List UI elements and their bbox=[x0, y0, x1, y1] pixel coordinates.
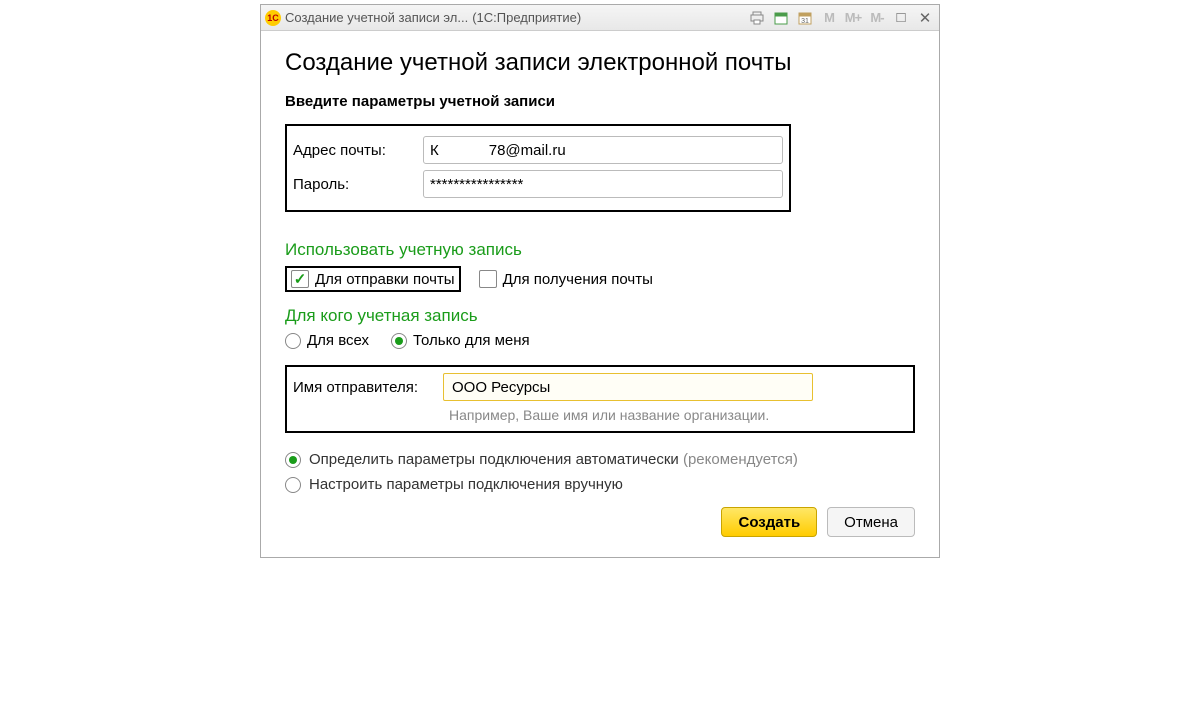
cancel-button[interactable]: Отмена bbox=[827, 507, 915, 537]
email-label: Адрес почты: bbox=[293, 142, 423, 159]
manual-connection-radio[interactable] bbox=[285, 477, 301, 493]
auto-connection-suffix: (рекомендуется) bbox=[683, 451, 798, 468]
auto-connection-label: Определить параметры подключения автомат… bbox=[309, 451, 679, 468]
email-part1: К bbox=[430, 142, 439, 159]
page-subtitle: Введите параметры учетной записи bbox=[285, 93, 915, 110]
dialog-content: Создание учетной записи электронной почт… bbox=[261, 31, 939, 557]
sender-input[interactable]: ООО Ресурсы bbox=[443, 373, 813, 401]
credentials-highlight: Адрес почты: К 78@mail.ru Пароль: ******… bbox=[285, 124, 791, 212]
create-button[interactable]: Создать bbox=[721, 507, 817, 537]
for-all-label: Для всех bbox=[307, 332, 369, 349]
close-icon[interactable]: ✕ bbox=[915, 9, 935, 27]
send-checkbox-highlight: Для отправки почты bbox=[285, 266, 461, 292]
calendar-31-icon[interactable]: 31 bbox=[795, 9, 815, 27]
print-icon[interactable] bbox=[747, 9, 767, 27]
email-part2: 78@mail.ru bbox=[489, 142, 566, 159]
m-button[interactable]: M bbox=[819, 9, 839, 27]
password-mask: **************** bbox=[430, 176, 523, 193]
send-checkbox[interactable] bbox=[291, 270, 309, 288]
dialog-window: 1С Создание учетной записи эл... (1С:Пре… bbox=[260, 4, 940, 558]
for-me-label: Только для меня bbox=[413, 332, 530, 349]
for-whom-heading: Для кого учетная запись bbox=[285, 306, 915, 326]
svg-text:31: 31 bbox=[801, 18, 809, 25]
manual-connection-label: Настроить параметры подключения вручную bbox=[309, 476, 623, 493]
m-minus-button[interactable]: M- bbox=[867, 9, 887, 27]
m-plus-button[interactable]: M+ bbox=[843, 9, 863, 27]
page-title: Создание учетной записи электронной почт… bbox=[285, 49, 915, 77]
password-label: Пароль: bbox=[293, 176, 423, 193]
sender-value: ООО Ресурсы bbox=[452, 379, 550, 396]
sender-hint: Например, Ваше имя или название организа… bbox=[449, 407, 905, 423]
maximize-icon[interactable]: □ bbox=[891, 9, 911, 26]
use-account-heading: Использовать учетную запись bbox=[285, 240, 915, 260]
for-me-radio[interactable] bbox=[391, 333, 407, 349]
calendar-green-icon[interactable] bbox=[771, 9, 791, 27]
window-title: Создание учетной записи эл... bbox=[285, 10, 468, 25]
titlebar: 1С Создание учетной записи эл... (1С:Пре… bbox=[261, 5, 939, 31]
sender-highlight: Имя отправителя: ООО Ресурсы Например, В… bbox=[285, 365, 915, 433]
for-all-radio[interactable] bbox=[285, 333, 301, 349]
auto-connection-radio[interactable] bbox=[285, 452, 301, 468]
send-checkbox-label: Для отправки почты bbox=[315, 271, 455, 288]
password-input[interactable]: **************** bbox=[423, 170, 783, 198]
app-icon: 1С bbox=[265, 10, 281, 26]
sender-label: Имя отправителя: bbox=[293, 379, 443, 396]
email-input[interactable]: К 78@mail.ru bbox=[423, 136, 783, 164]
window-subtitle: (1С:Предприятие) bbox=[472, 10, 581, 25]
receive-checkbox[interactable] bbox=[479, 270, 497, 288]
receive-checkbox-label: Для получения почты bbox=[503, 271, 653, 288]
